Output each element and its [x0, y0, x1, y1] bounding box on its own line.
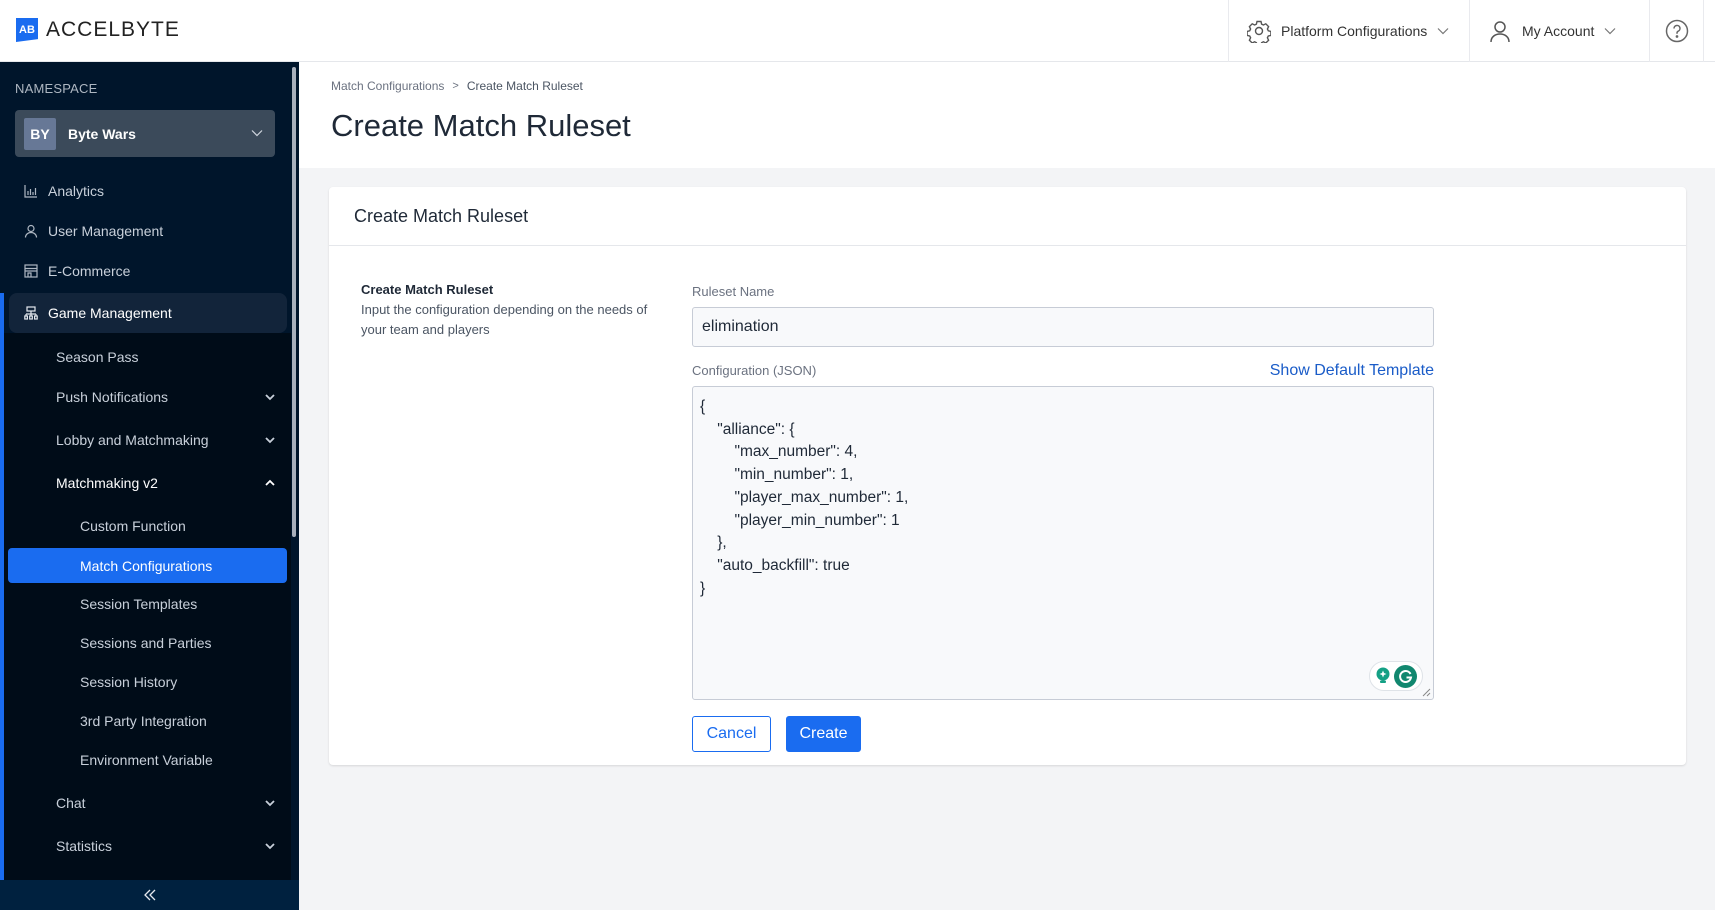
configuration-json-textarea[interactable]: { "alliance": { "max_number": 4, "min_nu…	[692, 386, 1434, 700]
ruleset-name-label: Ruleset Name	[692, 284, 775, 299]
sidebar-item-session-templates[interactable]: Session Templates	[80, 596, 197, 612]
namespace-badge: BY	[24, 117, 56, 150]
sidebar-item-label: Sessions and Parties	[80, 635, 212, 651]
namespace-label: NAMESPACE	[15, 81, 98, 96]
hierarchy-icon	[24, 306, 38, 320]
user-icon	[24, 224, 38, 238]
chevron-down-icon	[1437, 28, 1449, 35]
sidebar-item-label: Chat	[56, 795, 86, 811]
sidebar-item-environment-variable[interactable]: Environment Variable	[80, 752, 213, 768]
sidebar-item-label: Season Pass	[56, 349, 139, 365]
platform-configurations-label: Platform Configurations	[1281, 23, 1428, 39]
chevron-down-icon	[251, 130, 263, 137]
sidebar-item-push-notifications[interactable]: Push Notifications	[56, 389, 276, 405]
grammarly-icon	[1394, 664, 1418, 688]
my-account-label: My Account	[1522, 23, 1595, 39]
help-circle-icon	[1665, 19, 1688, 43]
logo-mark-icon: AB	[16, 18, 38, 42]
sidebar-item-label: Push Notifications	[56, 389, 169, 405]
accelbyte-logo[interactable]: AB ACCELBYTE	[16, 18, 180, 42]
cancel-button[interactable]: Cancel	[692, 716, 771, 752]
sidebar-item-label: User Management	[48, 223, 164, 239]
configuration-label-row: Configuration (JSON) Show Default Templa…	[692, 362, 1434, 380]
configuration-label: Configuration (JSON)	[692, 363, 817, 378]
chevron-down-icon	[265, 437, 275, 444]
form-actions: Cancel Create	[692, 716, 1434, 752]
sidebar-item-analytics[interactable]: Analytics	[24, 183, 104, 199]
bar-chart-icon	[24, 185, 37, 198]
chevron-down-icon	[265, 394, 275, 401]
description-title: Create Match Ruleset	[361, 282, 494, 297]
my-account-menu[interactable]: My Account	[1469, 0, 1649, 62]
sidebar-item-e-commerce[interactable]: E-Commerce	[24, 263, 130, 279]
configuration-json-text[interactable]: { "alliance": { "max_number": 4, "min_nu…	[693, 387, 1433, 609]
breadcrumb-current: Create Match Ruleset	[466, 79, 583, 93]
sidebar: NAMESPACE BY Byte Wars Analytics User Ma…	[0, 62, 299, 910]
sidebar-item-label: E-Commerce	[48, 263, 131, 279]
chevron-down-icon	[265, 843, 275, 850]
sidebar-item-user-management[interactable]: User Management	[24, 223, 163, 239]
sidebar-item-label: Session History	[80, 674, 178, 690]
chevron-up-icon	[265, 479, 275, 486]
sidebar-item-label: Custom Function	[80, 518, 186, 534]
collapse-sidebar-button[interactable]	[0, 880, 299, 910]
chevron-down-icon	[265, 800, 275, 807]
form-description: Create Match Ruleset Input the configura…	[361, 280, 651, 340]
top-header: AB ACCELBYTE Platform Configurations My …	[0, 0, 1715, 62]
grammarly-widget[interactable]	[1369, 661, 1423, 691]
sidebar-item-label: 3rd Party Integration	[80, 713, 207, 729]
sidebar-item-label: Environment Variable	[80, 752, 213, 768]
sidebar-item-sessions-and-parties[interactable]: Sessions and Parties	[80, 635, 212, 651]
gear-icon	[1247, 20, 1271, 43]
sidebar-item-label: Game Management	[48, 305, 172, 321]
sidebar-item-season-pass[interactable]: Season Pass	[56, 349, 276, 365]
sidebar-item-label: Lobby and Matchmaking	[56, 432, 209, 448]
description-text: Input the configuration depending on the…	[361, 302, 648, 337]
top-actions: Platform Configurations My Account	[1228, 0, 1715, 62]
help-button[interactable]	[1649, 0, 1703, 62]
store-icon	[24, 264, 38, 278]
sidebar-item-custom-function[interactable]: Custom Function	[80, 518, 186, 534]
sidebar-item-label: Session Templates	[80, 596, 198, 612]
page-title: Create Match Ruleset	[331, 108, 631, 143]
card-title: Create Match Ruleset	[329, 187, 1686, 246]
sidebar-item-match-configurations[interactable]: Match Configurations	[8, 548, 287, 583]
user-icon	[1490, 21, 1510, 43]
logo-text: ACCELBYTE	[46, 18, 180, 41]
sidebar-item-session-history[interactable]: Session History	[80, 674, 177, 690]
chevron-down-icon	[1604, 28, 1616, 35]
header-end-divider	[1703, 0, 1715, 62]
resize-handle-icon[interactable]	[1422, 688, 1431, 697]
breadcrumb: Match Configurations > Create Match Rule…	[331, 79, 583, 93]
double-chevron-left-icon	[143, 889, 155, 901]
breadcrumb-match-configurations[interactable]: Match Configurations	[331, 79, 444, 93]
sidebar-item-label: Analytics	[48, 183, 105, 199]
sidebar-item-label: Match Configurations	[80, 557, 213, 574]
create-button[interactable]: Create	[786, 716, 861, 752]
sidebar-item-matchmaking-v2[interactable]: Matchmaking v2	[56, 475, 276, 491]
create-ruleset-card: Create Match Ruleset Create Match Rulese…	[329, 187, 1686, 765]
page-header: Match Configurations > Create Match Rule…	[299, 62, 1715, 168]
namespace-name: Byte Wars	[68, 125, 136, 142]
sidebar-scrollbar[interactable]	[292, 67, 296, 537]
platform-configurations-menu[interactable]: Platform Configurations	[1228, 0, 1469, 62]
sidebar-item-statistics[interactable]: Statistics	[56, 838, 276, 854]
sidebar-item-label: Statistics	[56, 838, 113, 854]
sidebar-item-lobby-and-matchmaking[interactable]: Lobby and Matchmaking	[56, 432, 276, 448]
show-default-template-link[interactable]: Show Default Template	[1270, 362, 1434, 380]
chevron-right-icon: >	[452, 80, 459, 92]
ruleset-name-input[interactable]	[692, 307, 1434, 347]
sidebar-item-3rd-party-integration[interactable]: 3rd Party Integration	[80, 713, 207, 729]
namespace-selector[interactable]: BY Byte Wars	[15, 110, 275, 157]
ruleset-form: Ruleset Name Configuration (JSON) Show D…	[692, 283, 1434, 752]
sidebar-item-label: Matchmaking v2	[56, 475, 158, 491]
lightbulb-icon	[1376, 667, 1390, 683]
sidebar-item-chat[interactable]: Chat	[56, 795, 276, 811]
sidebar-item-game-management[interactable]: Game Management	[9, 293, 287, 333]
